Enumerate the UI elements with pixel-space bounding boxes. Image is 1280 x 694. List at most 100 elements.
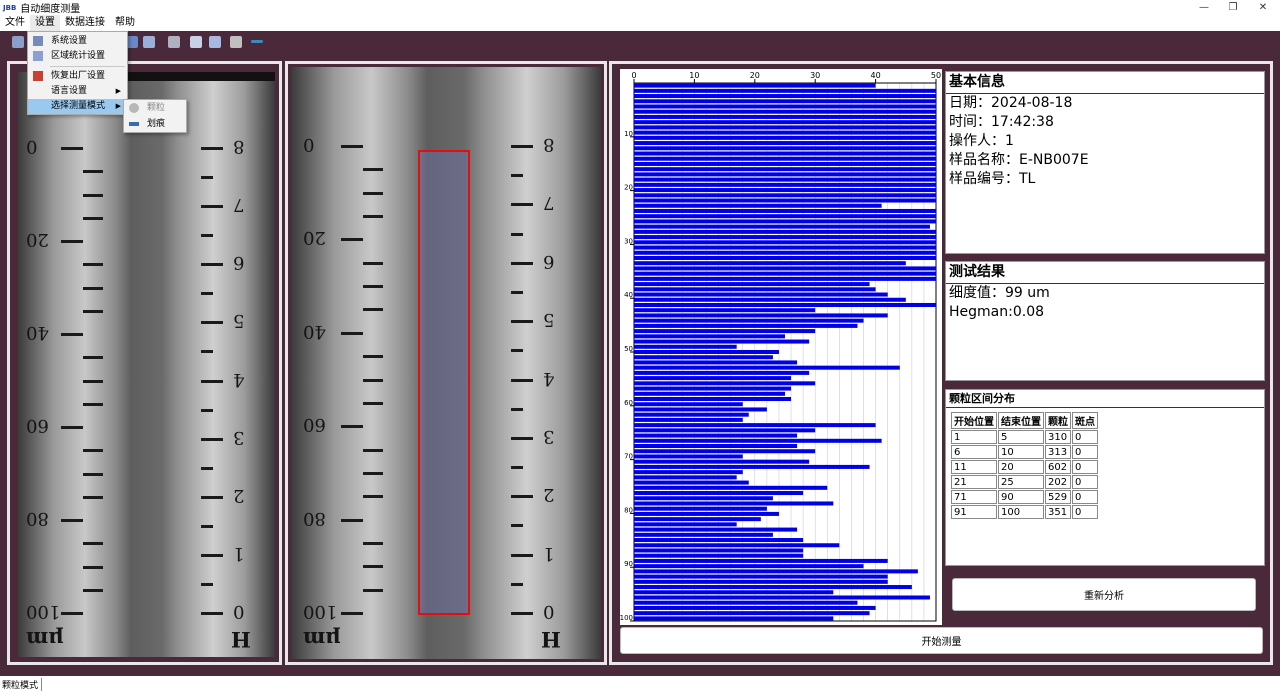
scale-tick-left [363,168,383,172]
table-cell: 0 [1072,505,1098,519]
particle-bar [634,313,888,318]
particle-bar [634,485,828,490]
particle-bar [634,88,936,93]
window-title: 自动细度测量 [20,4,81,15]
particle-bar [634,558,888,563]
table-header: 结束位置 [998,412,1044,429]
camera-view-raw: 0 20 40 60 80 100 8 7 6 5 4 3 2 1 0 µm H [7,61,282,665]
menu-language-settings[interactable]: 语言设置 ▶ [28,84,127,99]
maximize-button[interactable]: ❐ [1220,0,1246,15]
scale-tick-left [61,147,83,150]
scale-tick-left [83,542,103,546]
report-icon[interactable] [209,36,221,48]
scale-tick-right [201,147,223,150]
menu-region-stats-settings[interactable]: 区域统计设置 [28,49,127,64]
particle-bar [634,616,834,621]
scale-label-um: 100 [303,601,338,622]
particle-bar [634,511,779,516]
particle-bar [634,167,936,172]
scale-tick-left [83,379,103,383]
mode-particle[interactable]: 颗粒 [124,101,186,116]
particle-bar [634,323,858,328]
scale-label-um: 100 [26,601,61,622]
scratch-mode-icon [129,122,139,126]
particle-bar [634,255,936,260]
particle-bar [634,83,876,88]
distribution-title: 颗粒区间分布 [946,390,1264,408]
open-file-icon[interactable] [143,36,155,48]
print-icon[interactable] [168,36,180,48]
scale-label-hegman: 6 [233,252,245,274]
scale-tick-right [511,203,533,207]
menu-select-measure-mode[interactable]: 选择测量模式 ▶ [28,99,127,114]
x-tick-label: 40 [871,71,881,80]
scale-tick-left [341,331,363,335]
scale-tick-right [201,234,213,238]
scale-label-hegman: 1 [233,542,245,564]
particle-bar [634,391,785,396]
particle-bar [634,433,798,438]
scale-tick-left [61,612,83,615]
particle-bar [634,224,930,229]
submenu-arrow-icon: ▶ [115,87,121,95]
distribution-panel: 颗粒区间分布 开始位置 结束位置 颗粒 斑点 1 5 310 0 6 10 313 0 11 20 602… [945,389,1265,566]
mode-scratch[interactable]: 划痕 [124,117,186,132]
scale-tick-left [83,565,103,569]
line-tool-icon[interactable] [251,40,263,43]
particle-bar [634,548,804,553]
particle-bar [634,161,936,166]
status-mode: 颗粒模式 [2,678,43,691]
unit-um-label: µm [26,627,64,652]
menu-factory-reset[interactable]: 恢复出厂设置 [28,69,127,84]
scale-tick-right [511,232,523,236]
pointer-tool-icon[interactable] [12,36,24,48]
scale-label-hegman: 2 [543,484,555,506]
start-measure-button[interactable]: 开始测量 [620,627,1263,654]
analysis-region-box[interactable] [418,150,470,615]
particle-bar [634,438,882,443]
reanalyze-button[interactable]: 重新分析 [952,578,1256,611]
menu-file[interactable]: 文件 [0,15,30,31]
system-settings-icon [33,36,43,46]
document-icon[interactable] [190,36,202,48]
unit-hegman-label: H [231,627,251,652]
particle-bar [634,464,870,469]
minimize-button[interactable]: — [1191,0,1217,15]
particle-bar [634,532,773,537]
particle-bar [634,574,888,579]
erase-icon[interactable] [230,36,242,48]
scale-tick-left [363,191,383,195]
particle-bar [634,396,792,402]
table-cell: 71 [951,490,997,504]
menu-system-settings[interactable]: 系统设置 [28,34,127,49]
scale-tick-left [61,333,83,336]
close-button[interactable]: ✕ [1250,0,1276,15]
menu-settings[interactable]: 设置 [30,15,60,31]
scale-tick-right [201,495,223,499]
menu-data-connection[interactable]: 数据连接 [60,15,110,31]
scale-label-hegman: 6 [543,250,555,272]
scale-tick-right [511,495,533,499]
test-result-panel: 测试结果 细度值：99 um Hegman:0.08 [945,261,1265,381]
particle-bar [634,250,936,255]
scale-tick-right [511,320,533,324]
particle-bar [634,203,882,208]
particle-bar [634,522,737,527]
scale-label-um: 80 [303,507,326,529]
scale-tick-left [83,449,103,453]
submenu-arrow-icon: ▶ [115,102,121,110]
particle-bar [634,287,876,292]
scale-label-um: 0 [26,136,38,157]
particle-bar [634,344,737,349]
menu-help[interactable]: 帮助 [110,15,140,31]
particle-bar [634,459,810,464]
scale-tick-right [511,290,523,294]
particle-bar [634,156,936,161]
particle-bar [634,151,936,156]
distribution-table: 开始位置 结束位置 颗粒 斑点 1 5 310 0 6 10 313 0 11 20 602 0 21 25 20… [950,411,1099,520]
scale-tick-left [83,402,103,406]
table-cell: 202 [1045,475,1071,489]
scale-tick-left [363,541,383,545]
scale-tick-left [363,401,383,405]
particle-bar [634,308,816,313]
